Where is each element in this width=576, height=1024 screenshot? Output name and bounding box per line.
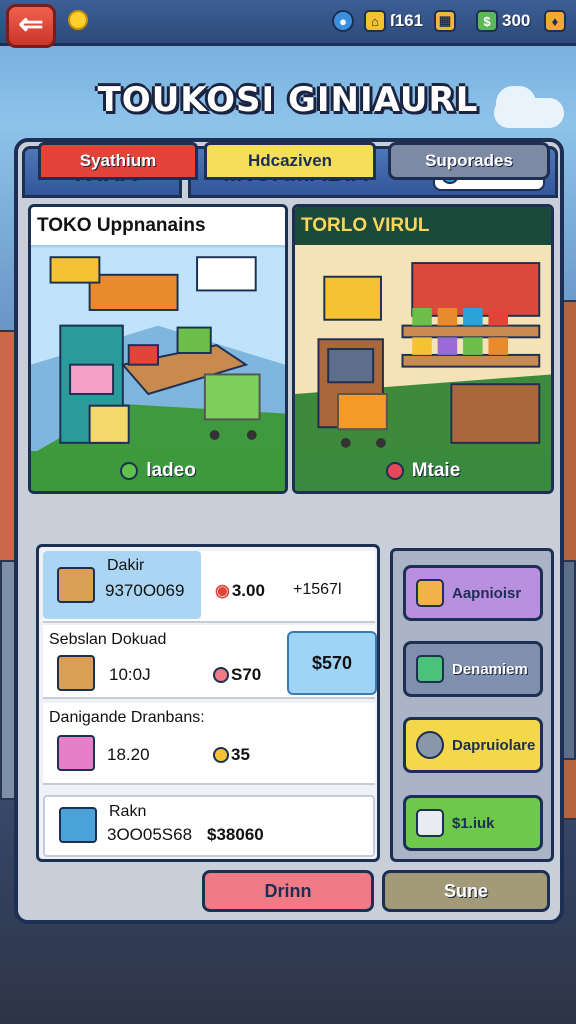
gift-box-icon [57,735,95,771]
upgrade-column: Aapnioisr Denamiem Dapruiolare $1.iuk [390,548,554,862]
side-button-price[interactable]: $1.iuk [403,795,543,851]
button-label: Denamiem [452,660,528,678]
resource-cash[interactable]: $ 300 [476,8,530,34]
building-icon: ▦ [434,10,456,32]
tab-label: Syathium [79,151,157,170]
item-price: S70 [213,665,261,685]
list-item[interactable]: Dakir 9370O069 ◉ 3.00 +1567l [43,551,375,623]
item-name: Sebslan Dokuad [49,631,167,648]
item-price-value: 3.00 [231,581,265,600]
button-label: Drinn [264,880,312,901]
main-panel: TRKA IINOAMABIA 1F23:S100 TOKO Uppnanain… [14,138,564,924]
price-button-label: $570 [311,652,353,673]
tab-label: Hdcaziven [247,151,333,170]
crate-icon [59,807,97,843]
store-footer: ladeo [31,451,285,491]
back-arrow-icon: ⇐ [18,8,44,41]
badge-icon: ♦ [544,10,566,32]
resource-houses[interactable]: ⌂ ſ161 [364,8,423,34]
page-title: TOUKOSI GINIAURL [97,80,479,120]
item-delta: +1567l [293,581,342,598]
coin-icon [213,667,229,683]
top-bar: ⇐ ● ⌂ ſ161 ▦ $ 300 ♦ [0,0,576,48]
cash-count: 300 [502,11,531,30]
item-id: 9370O069 [105,581,185,600]
item-id: 18.20 [107,745,150,764]
button-label: Sune [443,880,488,901]
item-price-value: 35 [231,745,250,764]
back-button[interactable]: ⇐ [6,4,56,48]
store-scene-illustration [295,247,551,455]
store-name: TOKO Uppnanains [31,207,285,245]
item-price: 35 [213,745,250,765]
item-name: Rakn [109,803,147,820]
document-icon [416,809,444,837]
pin-icon: ◉ [215,581,230,600]
store-footer: Mtaie [295,451,551,491]
item-name: Danigande Dranbans: [49,709,205,726]
store-card-left[interactable]: TOKO Uppnanains ladeo [28,204,288,494]
list-item[interactable]: Danigande Dranbans: 18.20 35 [43,703,375,785]
coin-icon [68,10,88,30]
store-footer-label: Mtaie [411,460,461,481]
box-icon [416,579,444,607]
sune-button[interactable]: Sune [382,870,550,912]
tab-hdcaziven[interactable]: Hdcaziven [204,142,376,180]
list-item[interactable]: Rakn 3OO05S68 $38060 [43,795,375,857]
box-icon [57,567,95,603]
gear-icon [416,731,444,759]
store-footer-label: ladeo [146,460,196,481]
shop-icon [416,655,444,683]
button-label: Aapnioisr [452,584,522,602]
button-label: $1.iuk [452,814,495,832]
item-id: 3OO05S68 [107,825,193,844]
houses-count: ſ161 [390,11,424,30]
item-price-value: S70 [231,665,262,684]
resource-badge[interactable]: ♦ [544,8,566,34]
house-icon: ⌂ [364,10,386,32]
drinn-button[interactable]: Drinn [202,870,374,912]
list-item[interactable]: Sebslan Dokuad 10:0J S70 $570 [43,625,377,699]
tab-label: Suporades [425,151,513,170]
item-price: ◉ 3.00 [215,581,265,601]
open-box-icon [57,655,95,691]
resource-gem[interactable]: ● [332,8,354,34]
coin-icon [213,747,229,763]
tab-syathium[interactable]: Syathium [38,142,198,180]
cash-icon: $ [476,10,498,32]
item-price: $38060 [207,825,264,844]
shield-gem-icon: ● [332,10,354,32]
item-id: 10:0J [109,665,151,684]
side-button-aapnioisr[interactable]: Aapnioisr [403,565,543,621]
store-card-right[interactable]: TORLO VIRUL Mtaie [292,204,554,494]
resource-buildings[interactable]: ▦ [434,8,456,34]
side-button-denamiem[interactable]: Denamiem [403,641,543,697]
price-button[interactable]: $570 [287,631,377,695]
store-name: TORLO VIRUL [295,207,551,245]
status-dot-icon [385,462,404,480]
side-button-dapruiolare[interactable]: Dapruiolare [403,717,543,773]
item-list: Dakir 9370O069 ◉ 3.00 +1567l Sebslan Dok… [36,544,380,862]
tab-suporades[interactable]: Suporades [388,142,550,180]
status-dot-icon [120,462,139,480]
item-name: Dakir [107,557,145,574]
button-label: Dapruiolare [452,736,536,754]
store-scene-illustration [31,247,285,455]
